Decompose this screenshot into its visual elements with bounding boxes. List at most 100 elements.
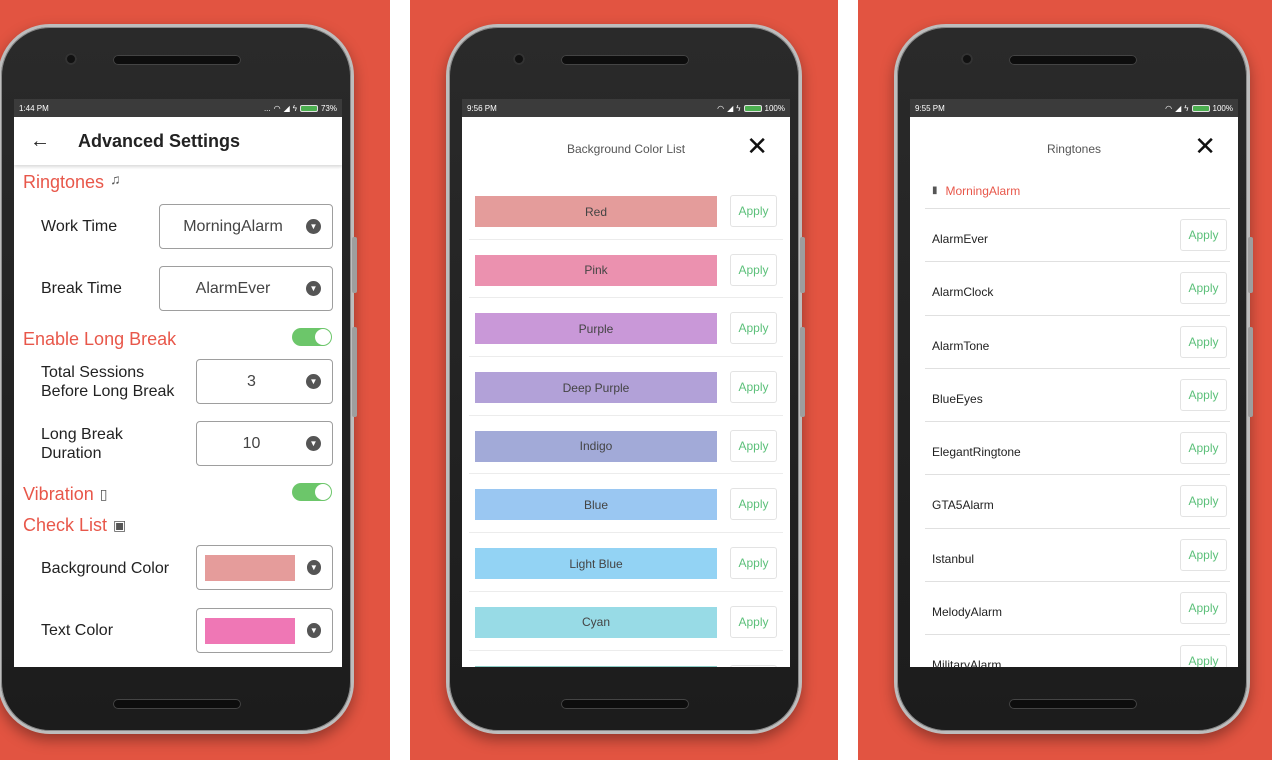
list-item: Istanbul Apply	[925, 529, 1230, 583]
current-ringtone: ▮ MorningAlarm	[925, 173, 1230, 209]
apply-button[interactable]: Apply	[730, 371, 777, 404]
back-arrow-icon[interactable]: ←	[30, 130, 56, 153]
apply-button[interactable]: Apply	[730, 253, 777, 286]
ringtone-name: ElegantRingtone	[932, 445, 1021, 460]
apply-button[interactable]: Apply	[1180, 592, 1227, 625]
current-ringtone-name: MorningAlarm	[945, 183, 1021, 198]
close-icon[interactable]: ✕	[1194, 133, 1216, 159]
status-bar: 9:55 PM ◠ ◢ ϟ 100%	[910, 99, 1238, 117]
list-item: Cyan Apply	[469, 592, 783, 651]
camera	[513, 53, 525, 65]
work-time-dropdown[interactable]: MorningAlarm ▼	[159, 204, 333, 249]
ringtone-name: BlueEyes	[932, 391, 983, 406]
power-button	[1248, 237, 1253, 293]
background-color-label: Background Color	[41, 560, 170, 577]
ringtone-name: Istanbul	[932, 551, 975, 566]
apply-button[interactable]: Apply	[1180, 432, 1227, 465]
dropdown-value: 10	[242, 434, 261, 452]
color-swatch	[205, 554, 295, 581]
list-item: Teal Apply	[469, 651, 783, 667]
section-check-list: Check List ▣	[23, 515, 126, 536]
vibration-icon: ▯	[99, 486, 108, 502]
break-time-label: Break Time	[41, 280, 122, 297]
wifi-icon: ◠	[273, 103, 281, 113]
list-item: Deep Purple Apply	[469, 357, 783, 416]
page-title: Advanced Settings	[78, 130, 241, 151]
charging-icon: ϟ	[292, 103, 297, 113]
text-color-label: Text Color	[41, 622, 114, 639]
signal-icon: ◢	[283, 103, 290, 113]
speaker	[561, 55, 689, 65]
color-option[interactable]: Indigo	[475, 430, 717, 462]
ringtone-name: MilitaryAlarm	[932, 658, 1002, 667]
apply-button[interactable]: Apply	[730, 312, 777, 345]
ringtone-name: AlarmTone	[932, 338, 990, 353]
color-option[interactable]: Purple	[475, 313, 717, 345]
color-option[interactable]: Pink	[475, 254, 717, 286]
long-break-duration-label: Long Break Duration	[41, 426, 123, 462]
power-button	[352, 237, 357, 293]
dropdown-value: 3	[247, 372, 256, 390]
apply-button[interactable]: Apply	[1180, 272, 1227, 305]
list-item: ElegantRingtone Apply	[925, 422, 1230, 476]
section-long-break: Enable Long Break	[23, 329, 177, 349]
close-icon[interactable]: ✕	[746, 133, 768, 159]
long-break-toggle[interactable]	[292, 328, 332, 346]
total-sessions-dropdown[interactable]: 3 ▼	[196, 359, 333, 404]
app-bar: ← Advanced Settings	[14, 117, 342, 165]
ringtone-name: GTA5Alarm	[932, 498, 994, 513]
phone-frame: 9:55 PM ◠ ◢ ϟ 100% Ringtones ✕ ▮ Morning…	[894, 24, 1253, 734]
status-time: 9:56 PM	[467, 103, 497, 113]
apply-button[interactable]: Apply	[730, 488, 777, 521]
color-option[interactable]: Blue	[475, 489, 717, 521]
apply-button[interactable]: Apply	[1180, 538, 1227, 571]
camera	[65, 53, 77, 65]
total-sessions-label: Total Sessions Before Long Break	[41, 364, 175, 400]
power-button	[800, 237, 805, 293]
list-item: MelodyAlarm Apply	[925, 582, 1230, 636]
section-vibration: Vibration ▯	[23, 484, 107, 505]
list-item: AlarmTone Apply	[925, 316, 1230, 369]
color-option[interactable]: Deep Purple	[475, 372, 717, 404]
panel-ringtones: 9:55 PM ◠ ◢ ϟ 100% Ringtones ✕ ▮ Morning…	[858, 0, 1272, 760]
list-item: Blue Apply	[469, 474, 783, 534]
speaker	[1009, 699, 1137, 709]
signal-icon: ◢	[1175, 103, 1182, 113]
battery-level: 100%	[1212, 103, 1233, 113]
color-option[interactable]: Teal	[475, 665, 717, 667]
phone-frame: 1:44 PM ... ◠ ◢ ϟ 73% ← Advanced Setting…	[0, 24, 357, 734]
status-bar: 9:56 PM ◠ ◢ ϟ 100%	[462, 99, 790, 117]
speaker	[113, 55, 241, 65]
screen: 1:44 PM ... ◠ ◢ ϟ 73% ← Advanced Setting…	[14, 99, 342, 667]
battery-icon	[299, 104, 318, 112]
volume-button	[1248, 327, 1253, 417]
screen: 9:55 PM ◠ ◢ ϟ 100% Ringtones ✕ ▮ Morning…	[910, 99, 1238, 667]
apply-button[interactable]: Apply	[730, 429, 777, 462]
apply-button[interactable]: Apply	[730, 664, 777, 667]
apply-button[interactable]: Apply	[1180, 378, 1227, 411]
calendar-check-icon: ▣	[113, 517, 127, 533]
apply-button[interactable]: Apply	[730, 605, 777, 638]
ringtone-list: AlarmEver Apply AlarmClock Apply AlarmTone Ap…	[910, 209, 1238, 667]
apply-button[interactable]: Apply	[730, 547, 777, 580]
long-break-duration-dropdown[interactable]: 10 ▼	[196, 421, 333, 466]
speaker	[561, 699, 689, 709]
status-time: 9:55 PM	[915, 103, 945, 113]
dialog-title: Background Color List	[566, 142, 686, 156]
color-option[interactable]: Red	[475, 196, 717, 227]
apply-button[interactable]: Apply	[1180, 645, 1227, 667]
color-option[interactable]: Light Blue	[475, 548, 717, 580]
color-list: Red Apply Pink Apply Purple Apply Deep Purple A…	[462, 181, 790, 667]
apply-button[interactable]: Apply	[730, 195, 777, 227]
charging-icon: ϟ	[736, 103, 741, 113]
vibration-toggle[interactable]	[292, 483, 332, 501]
background-color-dropdown[interactable]: ▼	[196, 545, 333, 590]
panel-background-color-list: 9:56 PM ◠ ◢ ϟ 100% Background Color List…	[410, 0, 838, 760]
apply-button[interactable]: Apply	[1180, 325, 1227, 358]
text-color-dropdown[interactable]: ▼	[196, 608, 333, 653]
apply-button[interactable]: Apply	[1180, 485, 1227, 518]
color-option[interactable]: Cyan	[475, 606, 717, 638]
signal-icon: ◢	[727, 103, 734, 113]
break-time-dropdown[interactable]: AlarmEver ▼	[159, 266, 333, 311]
apply-button[interactable]: Apply	[1180, 219, 1227, 251]
